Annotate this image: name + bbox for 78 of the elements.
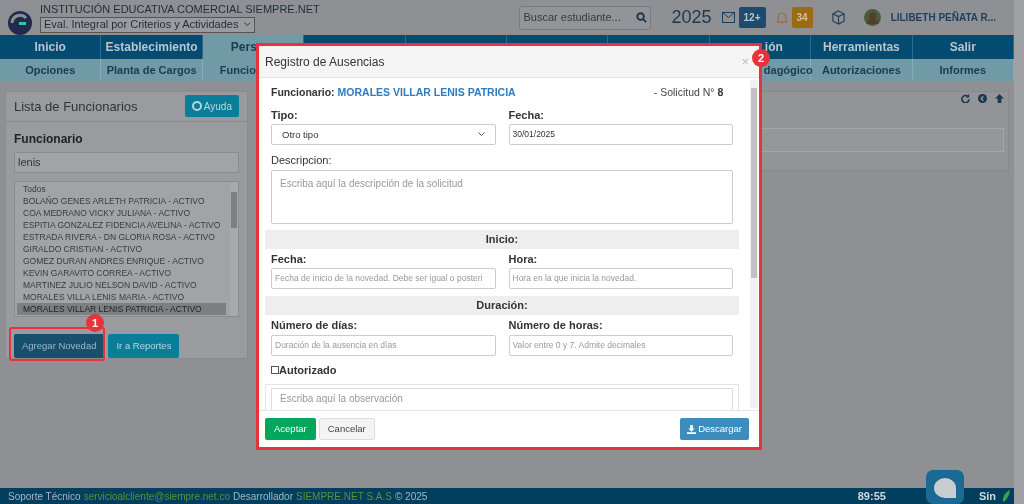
- filter-field[interactable]: lenis: [14, 151, 239, 174]
- modal-scrollbar[interactable]: [750, 80, 758, 408]
- logo-icon: [8, 10, 32, 35]
- refresh-icon[interactable]: [961, 94, 970, 103]
- list-option[interactable]: MARTINEZ JULIO NELSON DAVID - ACTIVO: [23, 279, 226, 292]
- message-count-badge: 12+: [738, 7, 766, 28]
- list-option[interactable]: MORALES VILLAR LENIS PATRICIA - ACTIVO: [17, 303, 226, 316]
- alert-count-badge: 34: [791, 7, 813, 28]
- field-label: Número de horas:: [508, 318, 604, 334]
- request-number: 8: [717, 85, 724, 100]
- section-heading: Duración:: [265, 296, 739, 316]
- caret-icon: [244, 22, 251, 27]
- leaf-icon: [1002, 490, 1010, 502]
- user-name[interactable]: LILIBETH PEÑATA R...: [890, 10, 996, 25]
- cube-icon[interactable]: [830, 10, 846, 25]
- page-scrollbar[interactable]: [1014, 0, 1024, 504]
- request-label: - Solicitud N°: [653, 85, 715, 100]
- field-label: Hora:: [508, 251, 539, 267]
- support-label: Soporte Técnico: [8, 489, 81, 504]
- chat-widget-icon[interactable]: [926, 470, 964, 504]
- employee-label: Funcionario:: [271, 85, 335, 100]
- list-option[interactable]: COA MEDRANO VICKY JULIANA - ACTIVO: [23, 207, 226, 220]
- footer-text: Sin: [978, 488, 996, 504]
- accept-button[interactable]: Aceptar: [265, 418, 316, 440]
- list-option[interactable]: ESPITIA GONZALEZ FIDENCIA AVELINA - ACTIVO: [23, 219, 226, 232]
- section-heading: Inicio:: [265, 229, 739, 249]
- list-option[interactable]: ESTRADA RIVERA - DN GLORIA ROSA - ACTIVO: [23, 231, 226, 244]
- developer-link[interactable]: SIEMPRE.NET S.A.S: [296, 488, 392, 504]
- download-icon: [687, 424, 697, 434]
- period-select[interactable]: Eval. Integral por Criterios y Actividades: [40, 16, 255, 33]
- email-link[interactable]: servicioalcliente@siempre.net.co: [83, 488, 230, 504]
- panel-title: Lista de Funcionarios: [14, 97, 138, 116]
- hours-field[interactable]: Valor entre 0 y 7. Admite decimales: [508, 334, 733, 356]
- avatar-icon[interactable]: [863, 9, 881, 26]
- back-icon[interactable]: [978, 94, 987, 103]
- reports-button[interactable]: Ir a Reportes: [108, 334, 180, 358]
- days-field[interactable]: Duración de la ausencia en días: [271, 334, 496, 356]
- observation-field[interactable]: Escriba aquí la observación: [271, 388, 733, 410]
- employee-name: MORALES VILLAR LENIS PATRICIA: [337, 85, 516, 100]
- up-arrow-icon[interactable]: [995, 94, 1004, 103]
- list-option[interactable]: KEVIN GARAVITO CORREA - ACTIVO: [23, 267, 226, 280]
- list-option[interactable]: GIRALDO CRISTIAN - ACTIVO: [23, 243, 226, 256]
- field-label: Descripcion:: [271, 153, 333, 169]
- school-name: INSTITUCIÓN EDUCATIVA COMERCIAL SIEMPRE.NET: [40, 2, 320, 16]
- field-label: Tipo:: [271, 107, 299, 123]
- list-option[interactable]: MORALES VILLA LENIS MARIA - ACTIVO: [23, 291, 226, 304]
- submenu-item[interactable]: Autorizaciones: [811, 59, 913, 81]
- year-label: 2025: [671, 6, 712, 29]
- session-timer: 89:55: [857, 488, 886, 504]
- search-field[interactable]: Buscar estudiante...: [519, 5, 652, 30]
- field-label: Número de días:: [271, 318, 359, 334]
- submenu-item[interactable]: Opciones: [0, 59, 102, 81]
- mail-icon[interactable]: [721, 12, 735, 23]
- date-field[interactable]: 30/01/2025: [508, 124, 733, 146]
- list-option[interactable]: GOMEZ DURAN ANDRES ENRIQUE - ACTIVO: [23, 255, 226, 268]
- field-label: Funcionario: [14, 130, 84, 148]
- list-option[interactable]: Todos: [23, 183, 226, 196]
- checkbox[interactable]: [271, 366, 279, 374]
- scrollbar[interactable]: [230, 182, 238, 316]
- cancel-button[interactable]: Cancelar: [318, 418, 375, 440]
- developer-label: Desarrollador: [232, 489, 293, 504]
- copyright-text: © 2025: [394, 489, 428, 504]
- field-label: Fecha:: [271, 251, 308, 267]
- start-time-field[interactable]: Hora en la que inicia la novedad.: [508, 268, 733, 290]
- lifebuoy-icon: [191, 101, 202, 112]
- search-icon[interactable]: [636, 12, 648, 23]
- submenu-item[interactable]: Planta de Cargos: [101, 59, 203, 81]
- list-option[interactable]: BOLAÑO GENES ARLETH PATRICIA - ACTIVO: [23, 195, 226, 208]
- checkbox-label: Autorizado: [279, 362, 337, 378]
- description-field[interactable]: Escriba aquí la descripción de la solicitud: [271, 169, 733, 224]
- staff-listbox[interactable]: [14, 181, 239, 317]
- help-button[interactable]: Ayuda: [184, 95, 239, 118]
- download-button[interactable]: Descargar: [680, 418, 749, 440]
- field-label: Fecha:: [508, 107, 545, 123]
- add-entry-button[interactable]: Agregar Novedad: [14, 334, 105, 358]
- type-select[interactable]: Otro tipo: [271, 124, 496, 146]
- start-date-field[interactable]: Fecha de inicio de la novedad. Debe ser igual o posteri: [271, 268, 496, 290]
- caret-icon: [477, 132, 485, 138]
